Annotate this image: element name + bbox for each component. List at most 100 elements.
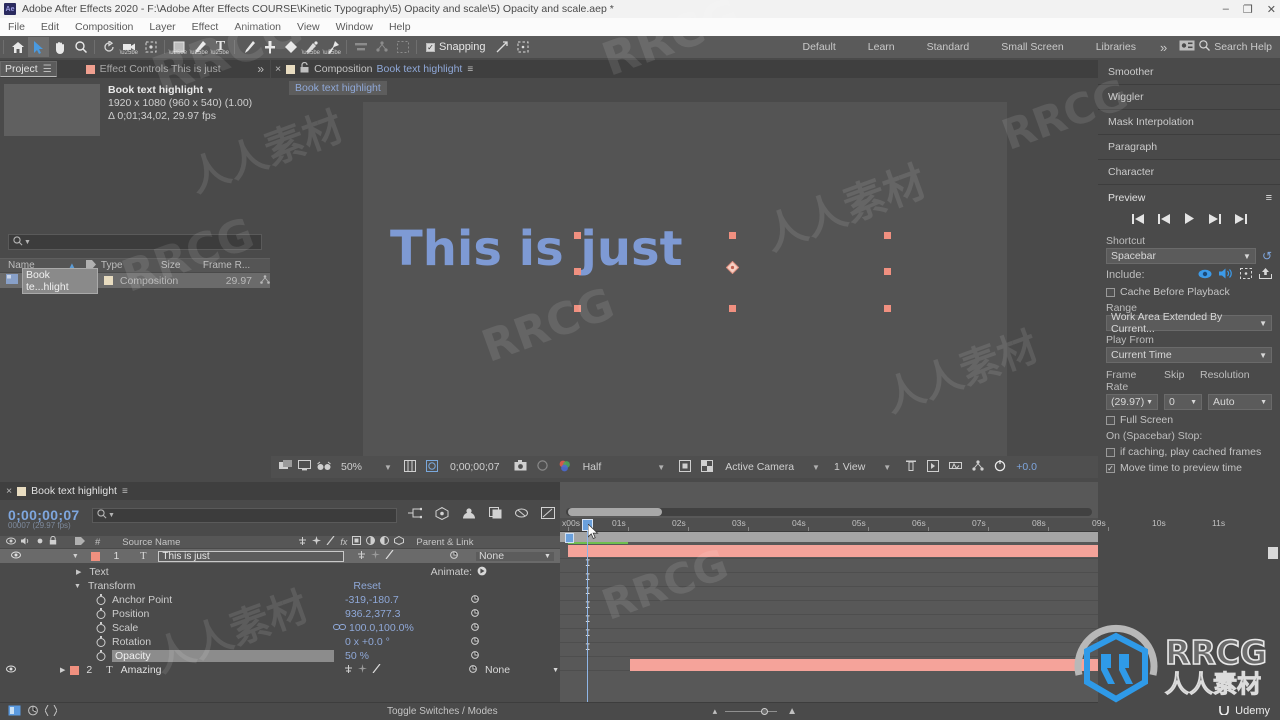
camera-view-value[interactable]: Active Camera (725, 461, 794, 473)
puppet-pin-tool-icon[interactable]: \u25be (322, 37, 343, 57)
layer-1-parent-pick-whip-icon[interactable] (449, 550, 460, 563)
project-panel-menu-icon[interactable]: ☰ (43, 64, 52, 75)
home-icon[interactable] (7, 37, 28, 57)
solo-toggle-icon[interactable] (36, 537, 44, 548)
opacity-label[interactable]: Opacity (112, 650, 334, 662)
play-button[interactable] (1184, 213, 1195, 227)
composition-mini-flowchart-icon[interactable] (408, 507, 423, 523)
clone-stamp-tool-icon[interactable] (259, 37, 280, 57)
layer-2-collapse-switch-icon[interactable] (358, 664, 367, 676)
chevron-down-icon[interactable]: ▼ (108, 512, 115, 519)
work-area-bar[interactable] (560, 532, 1098, 542)
chevron-down-icon[interactable]: ▼ (657, 463, 665, 472)
opacity-expression-icon[interactable] (470, 650, 481, 663)
scale-link-icon[interactable] (333, 622, 346, 634)
if-caching-row[interactable]: if caching, play cached frames (1106, 446, 1272, 458)
layer-2-shy-switch-icon[interactable] (344, 664, 353, 676)
menu-edit[interactable]: Edit (33, 21, 67, 33)
track-row-anchor-point[interactable] (560, 587, 1098, 601)
track-row-rotation[interactable] (560, 629, 1098, 643)
choose-grid-icon[interactable] (403, 459, 416, 475)
panel-mask-interpolation[interactable]: Mask Interpolation (1098, 110, 1280, 135)
selection-handle-bc[interactable] (729, 305, 736, 312)
lock-icon[interactable] (300, 61, 309, 76)
layer-1-quality-switch-icon[interactable] (385, 549, 394, 562)
project-search-input[interactable]: ▼ (8, 234, 262, 250)
selection-handle-br[interactable] (884, 305, 891, 312)
comp-flowchart-icon[interactable] (260, 274, 270, 287)
full-screen-checkbox[interactable] (1106, 415, 1115, 425)
cache-before-playback-checkbox[interactable] (1106, 287, 1115, 297)
layer-2-video-toggle-icon[interactable] (6, 664, 16, 676)
shortcut-select[interactable]: Spacebar ▼ (1106, 248, 1256, 264)
draft-3d-icon[interactable] (435, 506, 449, 523)
always-preview-icon[interactable] (279, 460, 292, 474)
hand-tool-icon[interactable] (49, 37, 70, 57)
track-row-transform[interactable] (560, 573, 1098, 587)
scale-expression-icon[interactable] (470, 622, 481, 635)
effects-switch-icon[interactable]: fx (340, 537, 347, 547)
menu-animation[interactable]: Animation (226, 21, 289, 33)
search-help-box[interactable]: Search Help (1199, 40, 1280, 54)
col-source-name[interactable]: Source Name (122, 537, 180, 548)
panel-character[interactable]: Character (1098, 160, 1280, 185)
motion-blur-switch-icon[interactable] (366, 536, 376, 548)
cache-before-playback-row[interactable]: Cache Before Playback (1106, 286, 1272, 298)
selection-handle-tr[interactable] (884, 232, 891, 239)
audio-include-icon[interactable] (1219, 268, 1233, 282)
layer-2-label-color[interactable] (70, 665, 80, 675)
timeline-zoom-in-icon[interactable]: ▲ (787, 706, 797, 717)
timeline-search-input[interactable]: ▼ (92, 508, 397, 523)
next-frame-button[interactable] (1208, 213, 1221, 227)
rotation-tool-icon[interactable] (98, 37, 119, 57)
resolution-select[interactable]: Auto ▼ (1208, 394, 1272, 410)
frame-blending-icon[interactable] (489, 507, 502, 523)
adjustment-switch-icon[interactable] (380, 536, 390, 548)
menu-view[interactable]: View (289, 21, 328, 33)
timeline-property-row-position[interactable]: Position 936.2,377.3 (0, 607, 560, 621)
text-group-expand-icon[interactable]: ▶ (76, 568, 81, 576)
camera-tool-icon[interactable]: \u25be (119, 37, 140, 57)
chevron-down-icon[interactable]: ▼ (384, 463, 392, 472)
col-parent-link[interactable]: Parent & Link (416, 537, 473, 548)
selection-handle-bl[interactable] (574, 305, 581, 312)
rotation-stopwatch-icon[interactable] (96, 635, 106, 649)
timeline-end-handle[interactable] (1268, 547, 1278, 559)
monitor-icon[interactable] (298, 460, 311, 474)
anchor-point-stopwatch-icon[interactable] (96, 593, 106, 607)
timeline-zoom-slider[interactable] (725, 708, 778, 715)
panel-paragraph[interactable]: Paragraph (1098, 135, 1280, 160)
window-controls[interactable]: – ❐ ✕ (1223, 0, 1276, 18)
composition-panel-menu-icon[interactable]: ≡ (467, 64, 473, 75)
position-stopwatch-icon[interactable] (96, 607, 106, 621)
toggle-switches-modes-label[interactable]: Toggle Switches / Modes (387, 706, 498, 717)
3d-glasses-icon[interactable] (317, 461, 331, 474)
graph-editor-icon[interactable] (541, 507, 555, 523)
chevron-down-icon[interactable]: ▼ (206, 86, 214, 95)
project-row-name[interactable]: Book te...hlight (22, 267, 99, 294)
magnification-value[interactable]: 50% (341, 461, 362, 473)
show-channel-icon[interactable] (558, 460, 571, 475)
close-button[interactable]: ✕ (1267, 3, 1276, 16)
minimize-button[interactable]: – (1223, 3, 1229, 15)
track-row-position[interactable] (560, 601, 1098, 615)
snapping-checkbox[interactable] (426, 42, 435, 52)
pixel-aspect-icon[interactable] (905, 460, 917, 474)
layer-1-label-color[interactable] (90, 551, 100, 561)
previous-frame-button[interactable] (1157, 213, 1171, 227)
layer-1-video-toggle-icon[interactable] (11, 550, 21, 562)
position-expression-icon[interactable] (470, 608, 481, 621)
menu-file[interactable]: File (0, 21, 33, 33)
full-screen-row[interactable]: Full Screen (1106, 414, 1272, 426)
label-color-swatch[interactable] (104, 276, 113, 285)
frame-rate-select[interactable]: (29.97) ▼ (1106, 394, 1158, 410)
if-caching-checkbox[interactable] (1106, 447, 1115, 457)
move-time-checkbox[interactable] (1106, 463, 1115, 473)
transform-reset-button[interactable]: Reset (353, 580, 380, 592)
motion-blur-icon[interactable] (515, 507, 528, 523)
timeline-property-row-rotation[interactable]: Rotation 0 x +0.0 ° (0, 635, 560, 649)
quality-switch-icon[interactable] (326, 535, 335, 548)
selection-handle-tl[interactable] (574, 232, 581, 239)
workspace-settings-icon[interactable] (1175, 40, 1199, 54)
layer-2-name[interactable]: Amazing (121, 664, 162, 676)
